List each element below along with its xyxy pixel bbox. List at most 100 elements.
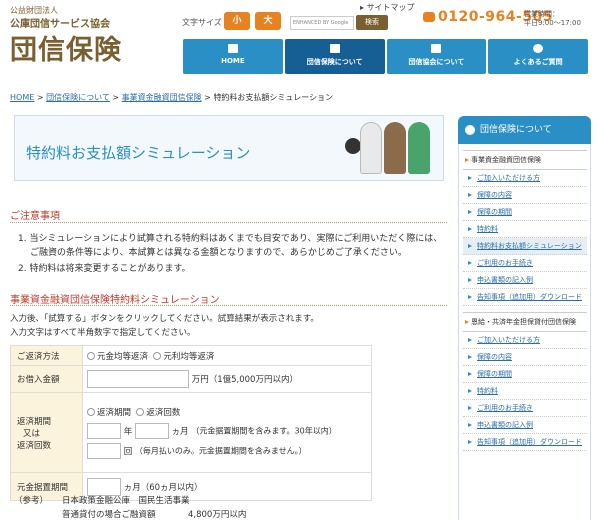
reference-label: （参考）	[14, 496, 49, 506]
grace-period-input[interactable]	[87, 477, 121, 496]
radio-equal-payment[interactable]	[153, 351, 162, 360]
sitemap-label[interactable]: サイトマップ	[367, 3, 415, 12]
sidebar-item[interactable]: 申込書類の記入例	[463, 272, 587, 289]
nav-label: よくあるご質問	[513, 58, 563, 66]
notice-item: 2. 特約料は将来変更することがあります。	[18, 264, 191, 274]
divider	[10, 305, 447, 306]
period-label-line: 又は	[23, 428, 41, 439]
sidebar-item-label: 保障の期間	[477, 370, 512, 378]
repay-method-label: ご返済方法	[10, 345, 83, 366]
sidebar-group[interactable]: 事業資金融資団信保険	[463, 150, 587, 170]
sidebar-item-current[interactable]: 特約料お支払額シミュレーション	[463, 238, 587, 255]
sidebar-item-label: ご加入いただける方	[477, 336, 540, 344]
years-input[interactable]	[87, 423, 121, 439]
count-note: （毎月払いのみ。元金据置期間を含みません。）	[134, 446, 307, 456]
sidebar-group[interactable]: 恩給・共済年金担保貸付団信保険	[463, 312, 587, 332]
sidebar-menu: 事業資金融資団信保険 ご加入いただける方 保障の内容 保障の期間 特約料 特約料…	[463, 150, 587, 451]
home-icon	[227, 44, 238, 53]
sidebar-item[interactable]: 保障の期間	[463, 204, 587, 221]
loan-amount-label: お借入金額	[10, 365, 83, 393]
worker-illustration	[384, 122, 406, 174]
font-large-button[interactable]: 大	[255, 12, 281, 30]
breadcrumb: HOME > 団信保険について > 事業資金融資団信保険 > 特約料お支払額シミ…	[10, 93, 334, 102]
nav-home[interactable]: HOME	[183, 39, 283, 74]
sidebar-title-text: 団信保険について	[480, 125, 552, 135]
search-button[interactable]: 検索	[356, 15, 388, 30]
sidebar-item[interactable]: 保障の期間	[463, 366, 587, 383]
notice-item: 1. 当シミュレーションにより試算される特約料はあくまでも目安であり、実際にご利…	[18, 234, 443, 244]
sidebar-item[interactable]: ご利用のお手続き	[463, 255, 587, 272]
briefcase-icon	[431, 44, 442, 53]
count-input[interactable]	[87, 443, 121, 459]
phone-icon	[423, 12, 435, 22]
nav-label: 団信協会について	[408, 58, 465, 66]
breadcrumb-business[interactable]: 事業資金融資団信保険	[122, 93, 202, 102]
sitemap-link[interactable]: ▸ サイトマップ	[360, 2, 415, 13]
period-label-line: 返済期間	[17, 416, 52, 427]
farmer-illustration	[408, 122, 430, 174]
arrow-circle-icon	[465, 125, 475, 135]
search-input[interactable]: ENHANCED BY Google	[290, 16, 354, 30]
radio-equal-principal[interactable]	[87, 351, 95, 360]
site-logo[interactable]: 団信保険	[10, 28, 122, 67]
radio-label: 元利均等返済	[163, 351, 215, 362]
sidebar-item[interactable]: 告知事項（追加用）ダウンロード	[463, 289, 587, 306]
simulation-heading: 事業資金融資団信保険特約料シミュレーション	[10, 295, 220, 306]
months-input[interactable]	[134, 423, 169, 439]
chef-illustration	[360, 122, 382, 174]
notice-heading: ご注意事項	[10, 211, 60, 222]
reference-row-value: 4,800万円以内	[188, 510, 247, 520]
sidebar-item[interactable]: ご加入いただける方	[463, 332, 587, 349]
sidebar-item[interactable]: 申込書類の記入例	[463, 417, 587, 434]
instruction-text: 入力文字はすべて半角数字で指定してください。	[10, 328, 196, 338]
sidebar-item-label: 特約料	[477, 225, 498, 233]
sidebar-item-label: 特約料	[477, 387, 498, 395]
sidebar-item[interactable]: ご利用のお手続き	[463, 400, 587, 417]
sidebar-title: 団信保険について	[458, 116, 591, 144]
radio-label: 返済期間	[97, 408, 132, 418]
breadcrumb-home[interactable]: HOME	[10, 93, 34, 102]
breadcrumb-about[interactable]: 団信保険について	[46, 93, 110, 102]
business-hours: 営業時間： 平日9:00〜17:00	[524, 10, 581, 28]
simulation-form: ご返済方法 元金均等返済 元利均等返済 お借入金額 万円（1億5,000万円以内…	[10, 345, 372, 501]
nav-about-association[interactable]: 団信協会について	[386, 39, 487, 74]
nav-label: 団信保険について	[306, 58, 363, 66]
sidebar-item[interactable]: 保障の内容	[463, 187, 587, 204]
question-icon	[533, 44, 544, 53]
reference-org: 日本政策金融公庫 国民生活事業	[62, 496, 190, 506]
months-unit: ヵ月	[171, 427, 189, 437]
grace-unit: ヵ月（60ヵ月以内）	[123, 482, 203, 493]
nav-faq[interactable]: よくあるご質問	[488, 39, 588, 74]
sidebar-item-label: ご利用のお手続き	[477, 259, 533, 267]
sidebar-item-label: 特約料お支払額シミュレーション	[477, 242, 582, 250]
count-unit: 回	[123, 447, 133, 457]
sidebar-item[interactable]: 保障の内容	[463, 349, 587, 366]
frying-pan-illustration	[345, 138, 361, 154]
sidebar-item-label: 告知事項（追加用）ダウンロード	[477, 438, 582, 446]
instruction-text: 入力後、「試算する」ボタンをクリックしてください。試算結果が表示されます。	[10, 314, 319, 324]
nav-label: HOME	[221, 57, 245, 65]
radio-label: 元金均等返済	[97, 351, 149, 362]
divider	[10, 222, 447, 223]
page-title: 特約料お支払額シミュレーション	[26, 144, 251, 162]
sidebar-item[interactable]: 特約料	[463, 383, 587, 400]
radio-repay-count[interactable]	[136, 408, 145, 416]
period-note: （元金据置期間を含みます。30年以内）	[191, 426, 337, 436]
sidebar-item[interactable]: ご加入いただける方	[463, 170, 587, 187]
loan-unit: 万円（1億5,000万円以内）	[191, 375, 298, 385]
font-size-label: 文字サイズ	[182, 18, 222, 27]
reference-row-label: 普通貸付の場合ご融資額	[62, 510, 156, 520]
years-unit: 年	[123, 427, 133, 437]
breadcrumb-current: 特約料お支払額シミュレーション	[213, 93, 334, 102]
sidebar-item-label: ご利用のお手続き	[477, 404, 533, 412]
sidebar-item[interactable]: 告知事項（追加用）ダウンロード	[463, 434, 587, 451]
repay-period-label: 返済期間 又は 返済回数	[10, 392, 83, 473]
notice-item: ご融資の条件等により、本試算とは異なる金額となりますので、あらかじめご了承くださ…	[30, 248, 407, 258]
nav-about-insurance[interactable]: 団信保険について	[284, 39, 385, 74]
font-small-button[interactable]: 小	[224, 12, 250, 30]
sidebar-item[interactable]: 特約料	[463, 221, 587, 238]
sidebar-item-label: 保障の内容	[477, 191, 512, 199]
sidebar-item-label: 保障の期間	[477, 208, 512, 216]
loan-amount-input[interactable]	[87, 370, 189, 388]
radio-repay-period[interactable]	[87, 408, 95, 416]
